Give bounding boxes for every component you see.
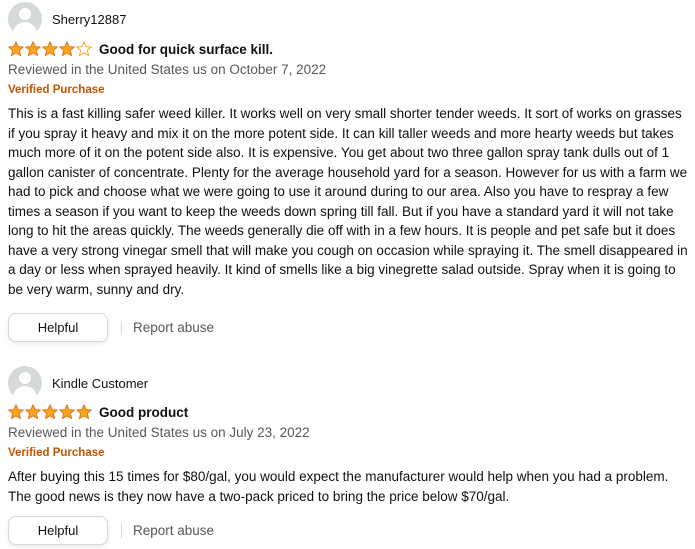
star-filled-icon [76, 404, 92, 420]
star-filled-icon [59, 404, 75, 420]
review-title[interactable]: Good for quick surface kill. [99, 42, 273, 57]
avatar-icon [8, 366, 42, 400]
star-filled-icon [25, 404, 41, 420]
reviewer-profile[interactable]: Sherry12887 [8, 2, 126, 36]
avatar-icon [8, 2, 42, 36]
report-abuse-link[interactable]: Report abuse [133, 320, 214, 335]
review-date: Reviewed in the United States us on July… [8, 425, 310, 440]
helpful-button[interactable]: Helpful [8, 313, 108, 342]
star-filled-icon [42, 404, 58, 420]
reviewer-name[interactable]: Sherry12887 [52, 12, 126, 27]
divider [121, 523, 122, 538]
star-rating[interactable] [8, 41, 93, 57]
star-filled-icon [25, 41, 41, 57]
review-title[interactable]: Good product [99, 405, 188, 420]
review-body: After buying this 15 times for $80/gal, … [8, 469, 669, 504]
helpful-button[interactable]: Helpful [8, 516, 108, 545]
reviewer-profile[interactable]: Kindle Customer [8, 366, 148, 400]
star-empty-icon [76, 41, 92, 57]
star-filled-icon [8, 404, 24, 420]
star-filled-icon [8, 41, 24, 57]
divider [121, 320, 122, 335]
star-filled-icon [42, 41, 58, 57]
verified-purchase-badge: Verified Purchase [8, 447, 105, 459]
star-rating[interactable] [8, 404, 93, 420]
star-filled-icon [59, 41, 75, 57]
verified-purchase-badge: Verified Purchase [8, 84, 105, 96]
report-abuse-link[interactable]: Report abuse [133, 523, 214, 538]
reviewer-name[interactable]: Kindle Customer [52, 376, 148, 391]
review-body: This is a fast killing safer weed killer… [8, 106, 688, 297]
review-date: Reviewed in the United States us on Octo… [8, 62, 327, 77]
